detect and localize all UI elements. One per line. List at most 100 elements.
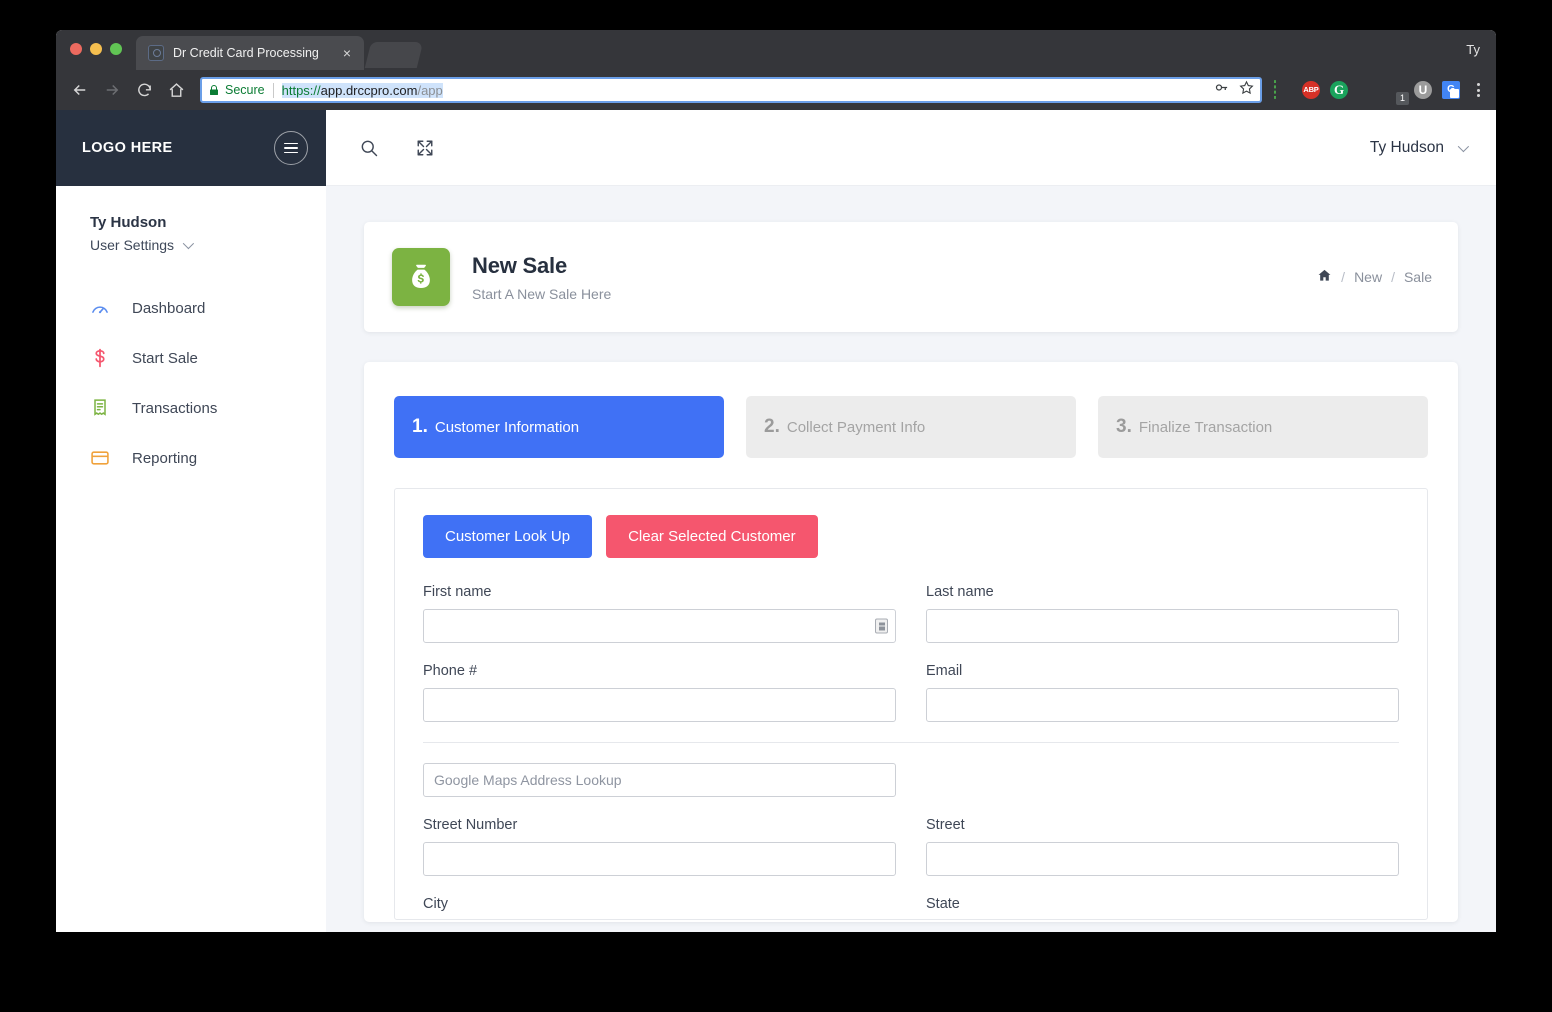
phone-label: Phone # <box>423 663 478 679</box>
sale-form-card: 1. Customer Information 2. Collect Payme… <box>364 362 1458 922</box>
breadcrumb-separator: / <box>1341 269 1346 285</box>
chevron-down-icon <box>1457 140 1470 152</box>
autofill-contact-icon[interactable] <box>875 618 888 634</box>
browser-tab-inactive[interactable] <box>364 42 424 68</box>
google-translate-icon[interactable]: G <box>1442 80 1461 100</box>
step-tabs: 1. Customer Information 2. Collect Payme… <box>394 396 1428 458</box>
breadcrumb: / New / Sale <box>1317 268 1432 286</box>
city-state-field-row: City State <box>423 896 1399 919</box>
expand-arrows-icon[interactable] <box>408 131 442 165</box>
address-lookup-row <box>423 763 1399 797</box>
sidebar-item-dashboard[interactable]: Dashboard <box>56 283 326 333</box>
state-field-group: State <box>926 896 1399 919</box>
minimize-window-button[interactable] <box>90 43 102 55</box>
main-content: New Sale Start A New Sale Here / New / S… <box>326 186 1496 932</box>
maximize-window-button[interactable] <box>110 43 122 55</box>
sidebar-user-settings-toggle[interactable]: User Settings <box>90 237 326 253</box>
topbar-user-menu[interactable]: Ty Hudson <box>1370 139 1470 157</box>
search-icon[interactable] <box>352 131 386 165</box>
step-label: Collect Payment Info <box>786 418 926 436</box>
street-field-row: Street Number Street <box>423 817 1399 876</box>
step-number: 1. <box>412 416 428 437</box>
ublock-icon[interactable]: U <box>1414 80 1433 100</box>
step-number: 3. <box>1116 416 1132 437</box>
close-window-button[interactable] <box>70 43 82 55</box>
sidebar-item-label: Transactions <box>132 399 218 417</box>
step-label: Customer Information <box>434 418 580 436</box>
customer-lookup-button[interactable]: Customer Look Up <box>423 515 593 558</box>
sidebar-user-settings-label: User Settings <box>90 237 175 253</box>
tab-title: Dr Credit Card Processing <box>173 46 319 60</box>
forward-icon[interactable] <box>98 76 126 104</box>
breadcrumb-item-new[interactable]: New <box>1354 269 1382 285</box>
tab-finalize-transaction[interactable]: 3. Finalize Transaction <box>1098 396 1428 458</box>
form-divider <box>423 742 1399 743</box>
google-maps-address-lookup-input[interactable] <box>423 763 896 797</box>
street-label: Street <box>926 817 965 833</box>
street-number-input[interactable] <box>423 842 896 876</box>
url-path: /app <box>417 82 443 98</box>
name-field-row: First name Last name <box>423 584 1399 643</box>
page-header-card: New Sale Start A New Sale Here / New / S… <box>364 222 1458 332</box>
password-key-icon[interactable] <box>1214 80 1229 100</box>
breadcrumb-item-sale[interactable]: Sale <box>1404 269 1432 285</box>
home-icon[interactable] <box>162 76 190 104</box>
reload-icon[interactable] <box>130 76 158 104</box>
form-action-buttons: Customer Look Up Clear Selected Customer <box>423 515 1399 558</box>
app-viewport: LOGO HERE Ty Hudson User Settings Dashbo… <box>56 110 1496 932</box>
browser-window: Dr Credit Card Processing × Ty Secure ht… <box>56 30 1496 932</box>
dollar-sign-icon <box>90 348 110 368</box>
bookmark-star-icon[interactable] <box>1239 80 1254 100</box>
sidebar-nav: Dashboard Start Sale Transactions Report… <box>56 283 326 483</box>
cast-icon[interactable] <box>1274 79 1293 100</box>
sidebar-item-label: Dashboard <box>132 299 206 317</box>
last-name-input[interactable] <box>926 609 1399 643</box>
browser-profile-name[interactable]: Ty <box>1466 42 1480 57</box>
adblock-plus-icon[interactable]: ABP <box>1302 80 1321 100</box>
last-name-field-group: Last name <box>926 584 1399 643</box>
sidebar-item-reporting[interactable]: Reporting <box>56 433 326 483</box>
tab-close-icon[interactable]: × <box>338 44 356 62</box>
state-label: State <box>926 896 960 912</box>
omnibox-divider <box>272 82 274 98</box>
email-field-group: Email <box>926 663 1399 722</box>
credit-card-icon <box>90 448 110 468</box>
grammarly-icon[interactable]: G <box>1330 80 1349 100</box>
email-label: Email <box>926 663 963 679</box>
back-icon[interactable] <box>66 76 94 104</box>
sidebar-item-label: Reporting <box>132 449 198 467</box>
sidebar-brand: LOGO HERE <box>56 110 326 186</box>
tab-collect-payment-info[interactable]: 2. Collect Payment Info <box>746 396 1076 458</box>
sidebar-item-start-sale[interactable]: Start Sale <box>56 333 326 383</box>
first-name-input[interactable] <box>423 609 896 643</box>
home-icon[interactable] <box>1317 268 1332 286</box>
breadcrumb-separator: / <box>1391 269 1395 285</box>
honey-icon[interactable]: 1 <box>1386 81 1409 105</box>
url-scheme: https:// <box>281 82 321 98</box>
evernote-icon[interactable] <box>1358 81 1377 100</box>
tab-customer-information[interactable]: 1. Customer Information <box>394 396 724 458</box>
sidebar-user-name: Ty Hudson <box>90 214 167 231</box>
sidebar-item-label: Start Sale <box>132 349 198 367</box>
tab-favicon-icon <box>148 45 164 61</box>
step-label: Finalize Transaction <box>1138 418 1273 436</box>
hamburger-menu-icon[interactable] <box>274 131 308 165</box>
page-subtitle: Start A New Sale Here <box>472 285 612 302</box>
browser-menu-icon[interactable] <box>1470 83 1486 97</box>
logo-text: LOGO HERE <box>82 140 173 156</box>
url-text[interactable]: https://app.drccpro.com/app <box>281 82 1206 98</box>
email-input[interactable] <box>926 688 1399 722</box>
street-number-field-group: Street Number <box>423 817 896 876</box>
secure-lock-icon <box>208 84 220 97</box>
street-number-label: Street Number <box>423 817 518 833</box>
sidebar-item-transactions[interactable]: Transactions <box>56 383 326 433</box>
browser-tab-active[interactable]: Dr Credit Card Processing × <box>136 36 364 70</box>
page-header-text: New Sale Start A New Sale Here <box>472 253 1317 302</box>
clear-selected-customer-button[interactable]: Clear Selected Customer <box>606 515 818 558</box>
phone-input[interactable] <box>423 688 896 722</box>
step-number: 2. <box>764 416 780 437</box>
street-input[interactable] <box>926 842 1399 876</box>
address-bar[interactable]: Secure https://app.drccpro.com/app <box>200 77 1262 103</box>
dashboard-gauge-icon <box>90 298 110 318</box>
address-lookup-field-group <box>423 763 896 797</box>
